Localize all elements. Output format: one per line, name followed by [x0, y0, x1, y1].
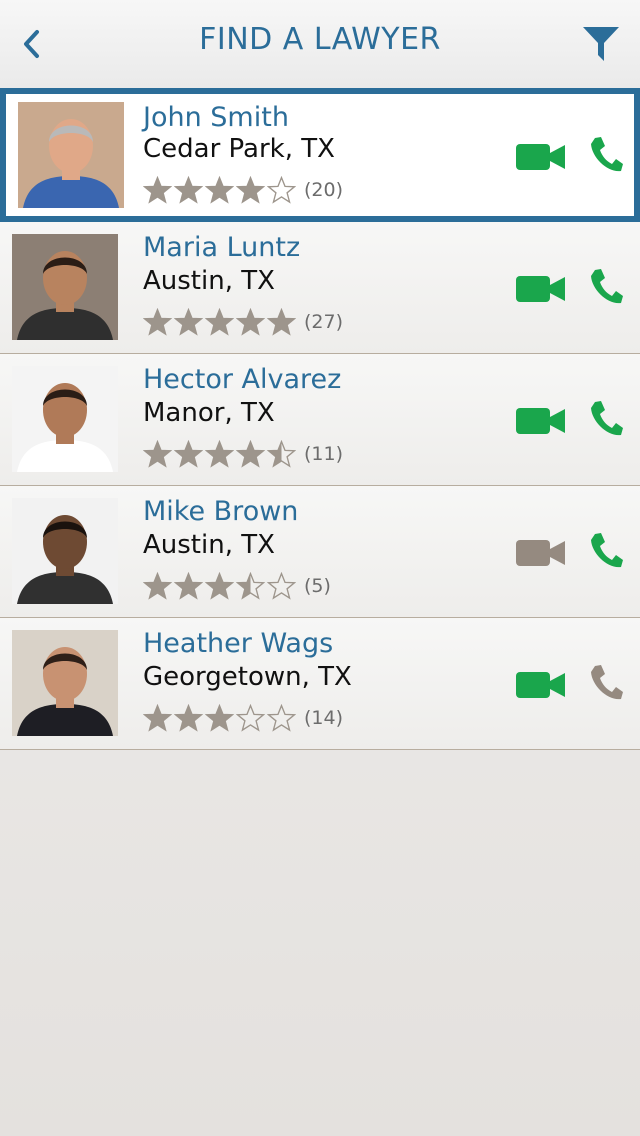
star-full-icon	[174, 308, 203, 336]
star-full-icon	[143, 572, 172, 600]
phone-icon	[591, 533, 623, 568]
star-full-icon	[174, 704, 203, 732]
star-empty-icon	[267, 176, 296, 204]
lawyer-name: Hector Alvarez	[143, 364, 342, 395]
phone-call-button[interactable]	[588, 268, 624, 306]
review-count: (5)	[304, 575, 331, 597]
star-full-icon	[205, 704, 234, 732]
star-half-icon	[236, 572, 265, 600]
star-rating	[143, 440, 296, 468]
portrait-image	[12, 630, 118, 736]
lawyer-name: John Smith	[143, 102, 289, 133]
lawyer-name: Heather Wags	[143, 628, 334, 659]
lawyer-list: John Smith Cedar Park, TX (20) Maria Lun…	[0, 88, 640, 750]
lawyer-location: Georgetown, TX	[143, 662, 352, 692]
phone-icon	[591, 401, 623, 436]
star-full-icon	[205, 440, 234, 468]
filter-icon	[583, 27, 619, 61]
portrait-image	[12, 366, 118, 472]
review-count: (11)	[304, 443, 344, 465]
phone-call-button[interactable]	[588, 136, 624, 174]
star-full-icon	[143, 704, 172, 732]
star-full-icon	[174, 176, 203, 204]
video-call-button[interactable]	[516, 406, 566, 436]
rating: (20)	[143, 174, 343, 206]
page-title: FIND A LAWYER	[199, 22, 441, 57]
star-half-icon	[267, 440, 296, 468]
star-empty-icon	[236, 704, 265, 732]
video-call-button[interactable]	[516, 142, 566, 172]
video-camera-icon	[516, 276, 565, 302]
lawyer-name: Mike Brown	[143, 496, 299, 527]
lawyer-row[interactable]: Maria Luntz Austin, TX (27)	[0, 222, 640, 354]
lawyer-photo	[12, 498, 118, 604]
video-camera-icon	[516, 144, 565, 170]
star-rating	[143, 176, 296, 204]
portrait-image	[18, 102, 124, 208]
star-empty-icon	[267, 572, 296, 600]
star-full-icon	[143, 176, 172, 204]
lawyer-photo	[12, 630, 118, 736]
star-rating	[143, 704, 296, 732]
star-full-icon	[143, 440, 172, 468]
video-call-button[interactable]	[516, 274, 566, 304]
star-full-icon	[236, 308, 265, 336]
lawyer-location: Austin, TX	[143, 530, 275, 560]
star-full-icon	[236, 176, 265, 204]
video-call-button[interactable]	[516, 670, 566, 700]
lawyer-photo	[18, 102, 124, 208]
video-call-button[interactable]	[516, 538, 566, 568]
rating: (14)	[143, 702, 343, 734]
review-count: (27)	[304, 311, 344, 333]
star-full-icon	[174, 440, 203, 468]
lawyer-row[interactable]: John Smith Cedar Park, TX (20)	[0, 88, 640, 222]
header-bar: FIND A LAWYER	[0, 0, 640, 88]
star-empty-icon	[267, 704, 296, 732]
phone-call-button[interactable]	[588, 532, 624, 570]
review-count: (14)	[304, 707, 344, 729]
star-full-icon	[174, 572, 203, 600]
lawyer-location: Manor, TX	[143, 398, 275, 428]
portrait-image	[12, 234, 118, 340]
video-camera-icon	[516, 540, 565, 566]
phone-call-button[interactable]	[588, 664, 624, 702]
lawyer-name: Maria Luntz	[143, 232, 301, 263]
review-count: (20)	[304, 179, 344, 201]
lawyer-location: Austin, TX	[143, 266, 275, 296]
lawyer-row[interactable]: Mike Brown Austin, TX (5)	[0, 486, 640, 618]
video-camera-icon	[516, 672, 565, 698]
phone-icon	[591, 665, 623, 700]
star-full-icon	[205, 308, 234, 336]
lawyer-photo	[12, 366, 118, 472]
lawyer-row[interactable]: Hector Alvarez Manor, TX (11)	[0, 354, 640, 486]
lawyer-row[interactable]: Heather Wags Georgetown, TX (14)	[0, 618, 640, 750]
phone-icon	[591, 269, 623, 304]
video-camera-icon	[516, 408, 565, 434]
phone-call-button[interactable]	[588, 400, 624, 438]
filter-button[interactable]	[578, 22, 624, 66]
phone-icon	[591, 137, 623, 172]
star-full-icon	[205, 176, 234, 204]
rating: (27)	[143, 306, 343, 338]
lawyer-location: Cedar Park, TX	[143, 134, 335, 164]
rating: (11)	[143, 438, 343, 470]
lawyer-photo	[12, 234, 118, 340]
portrait-image	[12, 498, 118, 604]
star-full-icon	[143, 308, 172, 336]
star-full-icon	[205, 572, 234, 600]
star-rating	[143, 572, 296, 600]
star-rating	[143, 308, 296, 336]
star-full-icon	[236, 440, 265, 468]
star-full-icon	[267, 308, 296, 336]
rating: (5)	[143, 570, 331, 602]
